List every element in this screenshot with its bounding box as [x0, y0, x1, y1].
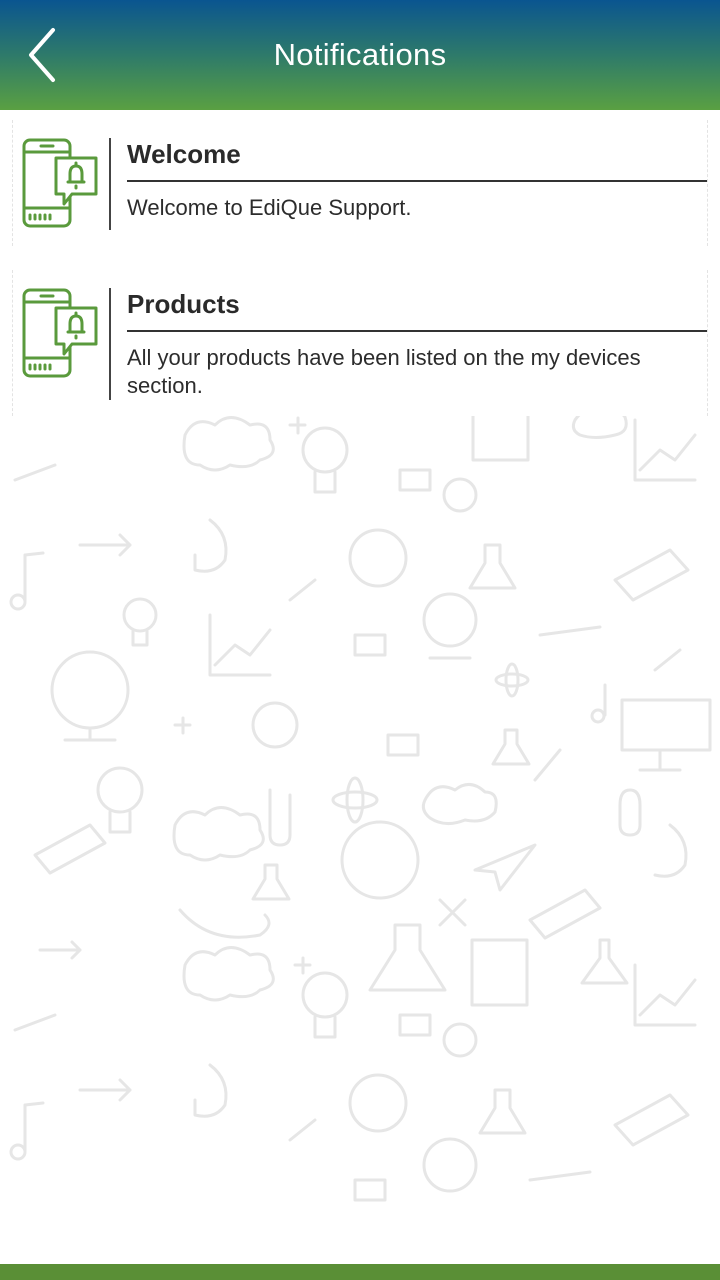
notification-icon-container: [13, 138, 109, 230]
notification-list: Welcome Welcome to EdiQue Support. Produ…: [12, 120, 708, 440]
phone-bell-icon: [22, 138, 98, 228]
notification-item-welcome[interactable]: Welcome Welcome to EdiQue Support.: [12, 120, 708, 246]
notification-message: All your products have been listed on th…: [127, 345, 641, 398]
notifications-screen: Notifications Welcome Welcome to EdiQue …: [0, 0, 720, 1280]
app-bar: Notifications: [0, 0, 720, 110]
notification-item-products[interactable]: Products All your products have been lis…: [12, 270, 708, 416]
phone-bell-icon: [22, 288, 98, 378]
back-arrow-icon: [29, 28, 55, 82]
notification-body: Welcome Welcome to EdiQue Support.: [127, 138, 707, 230]
notification-icon-container: [13, 288, 109, 400]
page-title: Notifications: [273, 37, 447, 72]
back-button[interactable]: [14, 22, 70, 88]
notification-message: Welcome to EdiQue Support.: [127, 195, 412, 220]
notification-body: Products All your products have been lis…: [127, 288, 707, 400]
vertical-divider: [109, 288, 111, 400]
vertical-divider: [109, 138, 111, 230]
bottom-bar: [0, 1264, 720, 1280]
notification-title: Products: [127, 288, 707, 332]
notification-title: Welcome: [127, 138, 707, 182]
